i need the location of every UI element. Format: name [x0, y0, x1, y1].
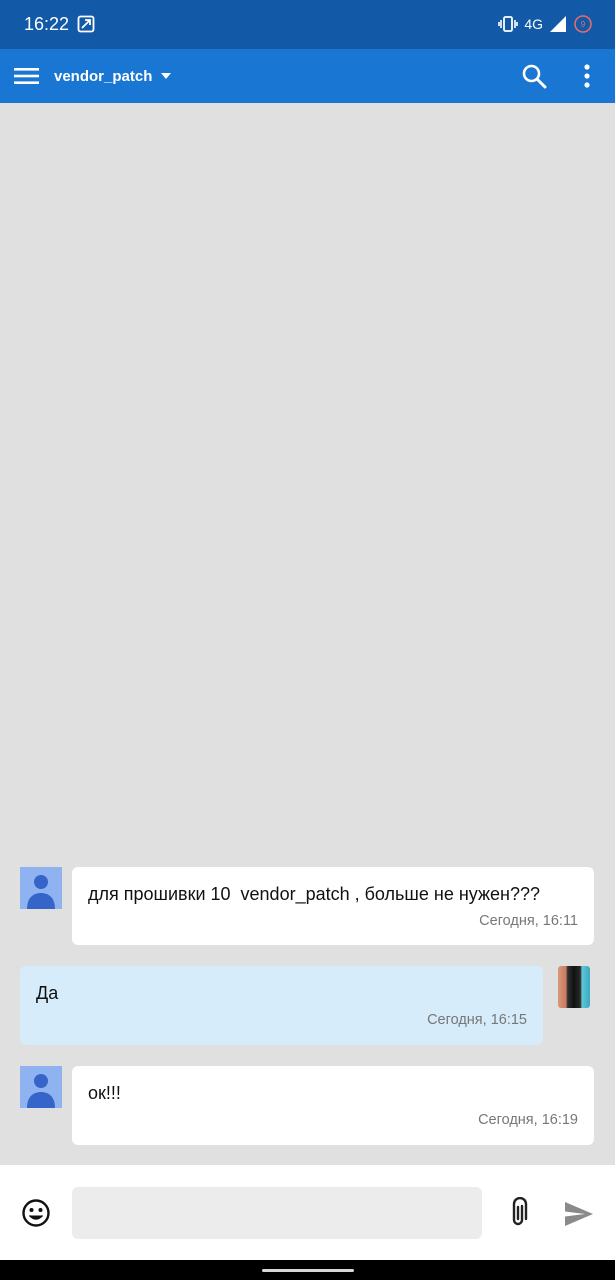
status-time: 16:22: [24, 14, 70, 34]
signal-icon: [550, 16, 566, 32]
notification-badge-icon: 9: [574, 15, 592, 33]
app-bar: vendor_patch: [0, 49, 615, 103]
chat-area[interactable]: для прошивки 10 vendor_patch , больше не…: [0, 103, 615, 1165]
user-avatar-icon: [27, 1074, 55, 1108]
send-icon[interactable]: [563, 1200, 595, 1228]
message-bubble[interactable]: для прошивки 10 vendor_patch , больше не…: [72, 867, 594, 945]
message-time: Сегодня, 16:19: [478, 1112, 578, 1128]
avatar[interactable]: [20, 1066, 62, 1108]
message-text: Да: [36, 983, 59, 1003]
home-indicator[interactable]: [262, 1269, 354, 1272]
message-text: для прошивки 10 vendor_patch , больше не…: [88, 884, 540, 904]
dropdown-arrow-icon[interactable]: [159, 71, 173, 81]
hamburger-menu-icon[interactable]: [14, 64, 40, 88]
screenshot-notification-icon: [77, 15, 95, 33]
more-vert-icon[interactable]: [577, 63, 597, 89]
user-avatar-icon: [27, 875, 55, 909]
message-input[interactable]: [72, 1187, 482, 1239]
search-icon[interactable]: [521, 63, 547, 89]
message-time: Сегодня, 16:15: [427, 1012, 527, 1028]
status-icons: 4G 9: [498, 14, 593, 34]
avatar[interactable]: [20, 867, 62, 909]
vibrate-icon: [498, 16, 519, 32]
message-time: Сегодня, 16:11: [479, 913, 578, 929]
message-bubble[interactable]: ок!!! Сегодня, 16:19: [72, 1066, 594, 1145]
status-bar: 16:22 4G 9: [0, 0, 615, 49]
paperclip-icon[interactable]: [506, 1197, 530, 1229]
avatar[interactable]: [558, 966, 590, 1008]
system-nav-bar: [0, 1260, 615, 1280]
composer-bar: [0, 1165, 615, 1260]
smiley-icon[interactable]: [21, 1198, 51, 1228]
notification-count: 9: [581, 20, 586, 29]
message-bubble[interactable]: Да Сегодня, 16:15: [20, 966, 543, 1045]
message-text: ок!!!: [88, 1083, 121, 1103]
chat-title[interactable]: vendor_patch: [54, 68, 152, 85]
network-type: 4G: [524, 16, 543, 32]
